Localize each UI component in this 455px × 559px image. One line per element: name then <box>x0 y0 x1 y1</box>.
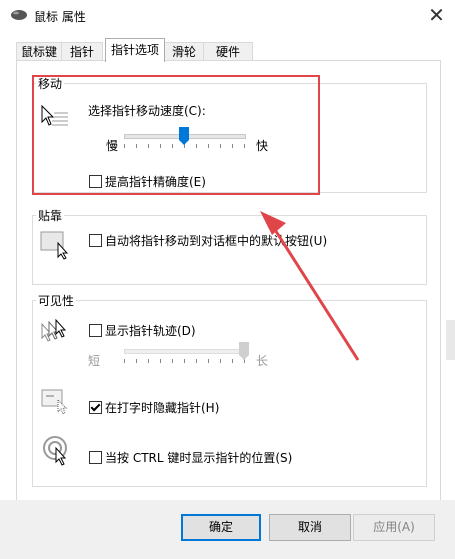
hide-while-typing-icon <box>40 388 70 419</box>
ctrl-checkbox[interactable] <box>89 451 102 464</box>
mouse-icon <box>10 9 28 21</box>
tab-pointer-options[interactable]: 指针选项 <box>105 38 165 62</box>
short-label: 短 <box>88 354 101 368</box>
slider-tick <box>232 359 233 363</box>
slider-tick <box>208 359 209 363</box>
highlight-box <box>32 75 320 195</box>
close-button[interactable]: ✕ <box>418 0 455 32</box>
window-title: 鼠标 属性 <box>34 10 86 24</box>
tab-buttons[interactable]: 鼠标键 <box>16 42 62 61</box>
slider-tick <box>124 359 125 363</box>
trails-slider-thumb[interactable] <box>239 342 249 360</box>
slider-tick <box>196 359 197 363</box>
slider-tick <box>184 359 185 363</box>
trails-checkbox[interactable] <box>89 324 102 337</box>
slider-tick <box>136 359 137 363</box>
ctrl-label: 当按 CTRL 键时显示指针的位置(S) <box>105 451 293 465</box>
slider-tick <box>220 359 221 363</box>
cancel-button[interactable]: 取消 <box>269 514 351 541</box>
snap-group-title: 贴靠 <box>36 207 65 224</box>
background-edge <box>446 320 455 360</box>
snap-checkbox[interactable] <box>89 234 102 247</box>
hide-checkbox[interactable] <box>89 401 102 414</box>
pointer-trails-icon <box>40 318 70 349</box>
annotation-arrow <box>260 211 360 361</box>
slider-tick <box>148 359 149 363</box>
slider-tick <box>172 359 173 363</box>
title-bar: 鼠标 属性 ✕ <box>0 0 455 32</box>
apply-button[interactable]: 应用(A) <box>353 514 435 541</box>
tab-wheel[interactable]: 滑轮 <box>164 42 204 61</box>
trails-label: 显示指针轨迹(D) <box>105 324 196 338</box>
ctrl-locate-icon <box>42 436 72 469</box>
ok-button[interactable]: 确定 <box>181 514 261 541</box>
slider-tick <box>160 359 161 363</box>
hide-label: 在打字时隐藏指针(H) <box>105 401 220 415</box>
snap-to-icon <box>40 228 72 263</box>
tab-pointers[interactable]: 指针 <box>61 42 103 61</box>
visibility-group-title: 可见性 <box>36 292 77 309</box>
tab-hardware[interactable]: 硬件 <box>203 42 253 61</box>
trails-slider-track[interactable] <box>124 349 246 354</box>
